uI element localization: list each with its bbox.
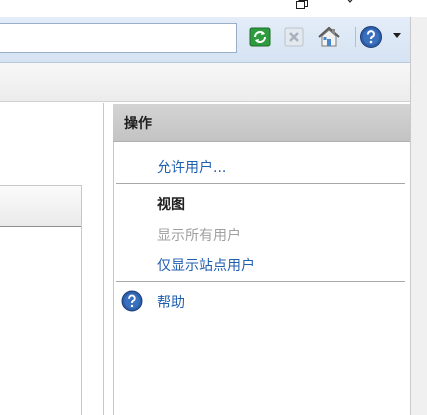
stop-button[interactable] <box>282 24 306 50</box>
close-window-icon[interactable] <box>340 0 360 10</box>
show-all-users-item: 显示所有用户 <box>157 228 241 244</box>
restore-window-icon[interactable] <box>296 0 308 9</box>
toolbar-separator <box>355 27 356 47</box>
actions-divider <box>116 183 405 184</box>
actions-pane-title: 操作 <box>124 116 152 132</box>
actions-divider <box>116 281 405 282</box>
dropdown-arrow-icon[interactable] <box>393 33 401 38</box>
title-bar-strip <box>0 0 427 17</box>
menu-bar <box>0 63 410 102</box>
allow-user-link[interactable]: 允许用户... <box>157 157 226 177</box>
refresh-button[interactable] <box>248 24 272 50</box>
show-site-users-link[interactable]: 仅显示站点用户 <box>157 255 255 275</box>
actions-pane-header <box>113 104 410 142</box>
screen-edge <box>410 17 427 415</box>
view-group-title: 视图 <box>157 197 185 213</box>
home-icon <box>318 26 340 47</box>
refresh-icon <box>249 27 271 47</box>
help-icon <box>121 290 143 312</box>
address-bar-input[interactable] <box>0 23 237 53</box>
help-button[interactable] <box>359 24 383 50</box>
list-header <box>0 186 81 227</box>
help-link[interactable]: 帮助 <box>157 292 185 312</box>
help-icon <box>360 26 382 48</box>
stop-icon <box>284 27 304 47</box>
home-button[interactable] <box>317 24 341 50</box>
